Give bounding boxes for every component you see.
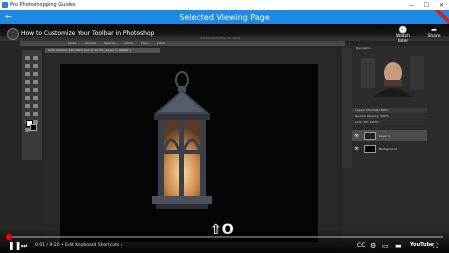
app-header: ← Selected Viewing Page	[0, 10, 449, 24]
watch-later-button[interactable]: 🕘 Watch later	[392, 26, 414, 44]
ps-panel-strip	[342, 48, 352, 168]
chapter-title[interactable]: Edit Keyboard Shortcuts	[65, 243, 119, 248]
window-title: Pro Photoshopping Guides	[10, 2, 76, 8]
crop-tool-icon	[25, 72, 30, 76]
time-current: 0:01 / 9:20	[35, 243, 60, 248]
settings-button[interactable]: ⚙	[370, 241, 376, 251]
share-icon: ➦	[431, 26, 437, 34]
quick-select-icon	[33, 64, 38, 68]
page-title: Selected Viewing Page	[179, 12, 270, 22]
background-swatch	[30, 124, 37, 131]
layer-row: 👁 Background	[352, 143, 427, 154]
progress-bar[interactable]	[6, 234, 443, 240]
ps-toolbar	[22, 50, 42, 160]
dodge-tool-icon	[25, 104, 30, 108]
share-button[interactable]: ➦ Share	[424, 26, 444, 39]
clock-icon: 🕘	[398, 26, 408, 34]
close-button[interactable]: ✕	[434, 2, 449, 9]
path-select-icon	[33, 112, 38, 116]
healing-brush-icon	[25, 80, 30, 84]
brush-tool-icon	[33, 80, 38, 84]
fullscreen-button[interactable]: ⛶	[433, 241, 438, 251]
lasso-tool-icon	[25, 64, 30, 68]
layers-lock-row: Lock: Fill: 100%	[352, 120, 427, 125]
presenter-webcam	[355, 52, 430, 97]
eyedropper-icon	[33, 72, 38, 76]
back-arrow-icon[interactable]: ←	[5, 12, 12, 21]
layers-panel-tabs: Layers Channels Paths	[352, 108, 427, 113]
layer-thumbnail	[364, 132, 376, 140]
move-tool-icon	[25, 56, 30, 60]
share-label: Share	[427, 34, 441, 39]
window-titlebar: Pro Photoshopping Guides — ☐ ✕	[0, 0, 449, 10]
video-title[interactable]: How to Customize Your Toolbar in Photosh…	[21, 30, 154, 37]
lantern-image	[152, 71, 212, 209]
layer-row: 👁 Layer 1	[352, 130, 427, 141]
layer-thumbnail	[364, 145, 376, 153]
history-brush-icon	[33, 88, 38, 92]
pen-tool-icon	[33, 104, 38, 108]
layers-blend-mode: Normal Opacity: 100%	[352, 114, 427, 119]
layer-name: Layer 1	[379, 134, 391, 138]
eraser-tool-icon	[25, 96, 30, 100]
miniplayer-button[interactable]: ▭	[382, 241, 389, 251]
maximize-button[interactable]: ☐	[419, 2, 434, 9]
eye-icon: 👁	[354, 133, 360, 138]
next-button[interactable]: ⏭	[21, 241, 27, 251]
video-player[interactable]: Adobe Photoshop CC 2019 Mode: Normal Opa…	[0, 24, 449, 253]
progress-scrubber[interactable]	[6, 234, 12, 240]
time-display: 0:01 / 9:20 • Edit Keyboard Shortcuts ›	[35, 243, 123, 248]
subtitles-button[interactable]: CC	[357, 241, 365, 251]
layer-name: Background	[379, 147, 397, 151]
app-icon	[2, 2, 8, 8]
clone-stamp-icon	[25, 88, 30, 92]
channel-avatar[interactable]	[7, 28, 19, 40]
minimize-button[interactable]: —	[404, 2, 419, 9]
theater-button[interactable]: ▬	[395, 241, 402, 251]
gradient-tool-icon	[33, 96, 38, 100]
ps-document-tab: light-monitor-330-1600.psd @ 33.3% (Laye…	[45, 48, 160, 53]
watch-later-label: Watch later	[395, 34, 410, 44]
corner-ribbon	[435, 10, 449, 24]
type-tool-icon	[25, 112, 30, 116]
navigator-panel-title: Navigator	[356, 46, 371, 50]
pause-button[interactable]: ❚❚	[8, 241, 21, 251]
marquee-tool-icon	[33, 56, 38, 60]
youtube-logo[interactable]: YouTube	[410, 242, 434, 248]
eye-icon: 👁	[354, 146, 360, 151]
